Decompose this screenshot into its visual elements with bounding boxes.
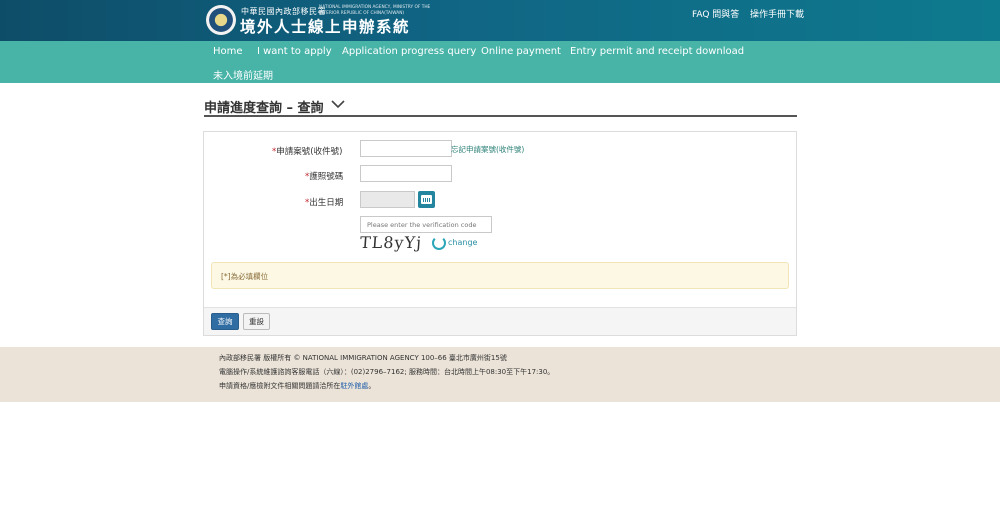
captcha-input[interactable] bbox=[360, 216, 492, 233]
overseas-missions-link[interactable]: 駐外館處 bbox=[340, 382, 368, 390]
page-title: 申請進度查詢 – 查詢 bbox=[204, 101, 324, 116]
passport-number-input[interactable] bbox=[360, 165, 452, 182]
passport-number-label: *護照號碼 bbox=[305, 172, 344, 182]
refresh-icon[interactable] bbox=[432, 236, 446, 250]
faq-link[interactable]: FAQ 問與答 bbox=[692, 7, 739, 20]
required-fields-note: [*]為必填欄位 bbox=[221, 272, 269, 281]
system-title: 境外人士線上申辦系統 bbox=[240, 18, 411, 36]
nav-apply[interactable]: I want to apply bbox=[257, 46, 332, 57]
nav-extension[interactable]: 未入境前延期 bbox=[213, 67, 273, 82]
agency-seal-icon bbox=[206, 5, 236, 35]
query-button[interactable]: 查詢 bbox=[211, 313, 239, 330]
footer-copyright: 內政部移民署 版權所有 © NATIONAL IMMIGRATION AGENC… bbox=[219, 354, 507, 362]
nav-progress-query[interactable]: Application progress query bbox=[342, 46, 476, 57]
case-number-input[interactable] bbox=[360, 140, 452, 157]
forgot-case-number-link[interactable]: 忘記申請案號(收件號) bbox=[451, 144, 524, 155]
footer-consulate-info: 申請資格/應檢附文件相關問題請洽所在駐外館處。 bbox=[219, 382, 376, 390]
birth-date-label: *出生日期 bbox=[305, 198, 344, 208]
manual-download-link[interactable]: 操作手冊下載 bbox=[750, 7, 804, 20]
title-divider bbox=[204, 115, 797, 117]
reset-button[interactable]: 重設 bbox=[243, 313, 270, 330]
form-actions-bar bbox=[204, 307, 796, 335]
nav-online-payment[interactable]: Online payment bbox=[481, 46, 561, 57]
captcha-change-link[interactable]: change bbox=[448, 238, 477, 247]
site-footer: 內政部移民署 版權所有 © NATIONAL IMMIGRATION AGENC… bbox=[0, 347, 1000, 402]
nav-permit-download[interactable]: Entry permit and receipt download bbox=[570, 46, 744, 57]
query-form-panel bbox=[203, 131, 797, 336]
required-fields-notice: [*]為必填欄位 bbox=[211, 262, 789, 289]
main-nav: Home I want to apply Application progres… bbox=[0, 41, 1000, 83]
site-header: 中華民國內政部移民署 NATIONAL IMMIGRATION AGENCY, … bbox=[0, 0, 1000, 41]
birth-date-input[interactable] bbox=[360, 191, 415, 208]
nav-home[interactable]: Home bbox=[213, 46, 243, 57]
footer-contact: 電腦操作/系統維護諮詢客服電話（六線）：(02)2796–7162; 服務時間：… bbox=[219, 368, 555, 376]
chevron-down-icon[interactable] bbox=[330, 98, 346, 110]
captcha-image: TL8yYj bbox=[359, 233, 423, 252]
calendar-icon[interactable] bbox=[418, 191, 435, 208]
case-number-label: *申請案號(收件號) bbox=[272, 147, 343, 157]
